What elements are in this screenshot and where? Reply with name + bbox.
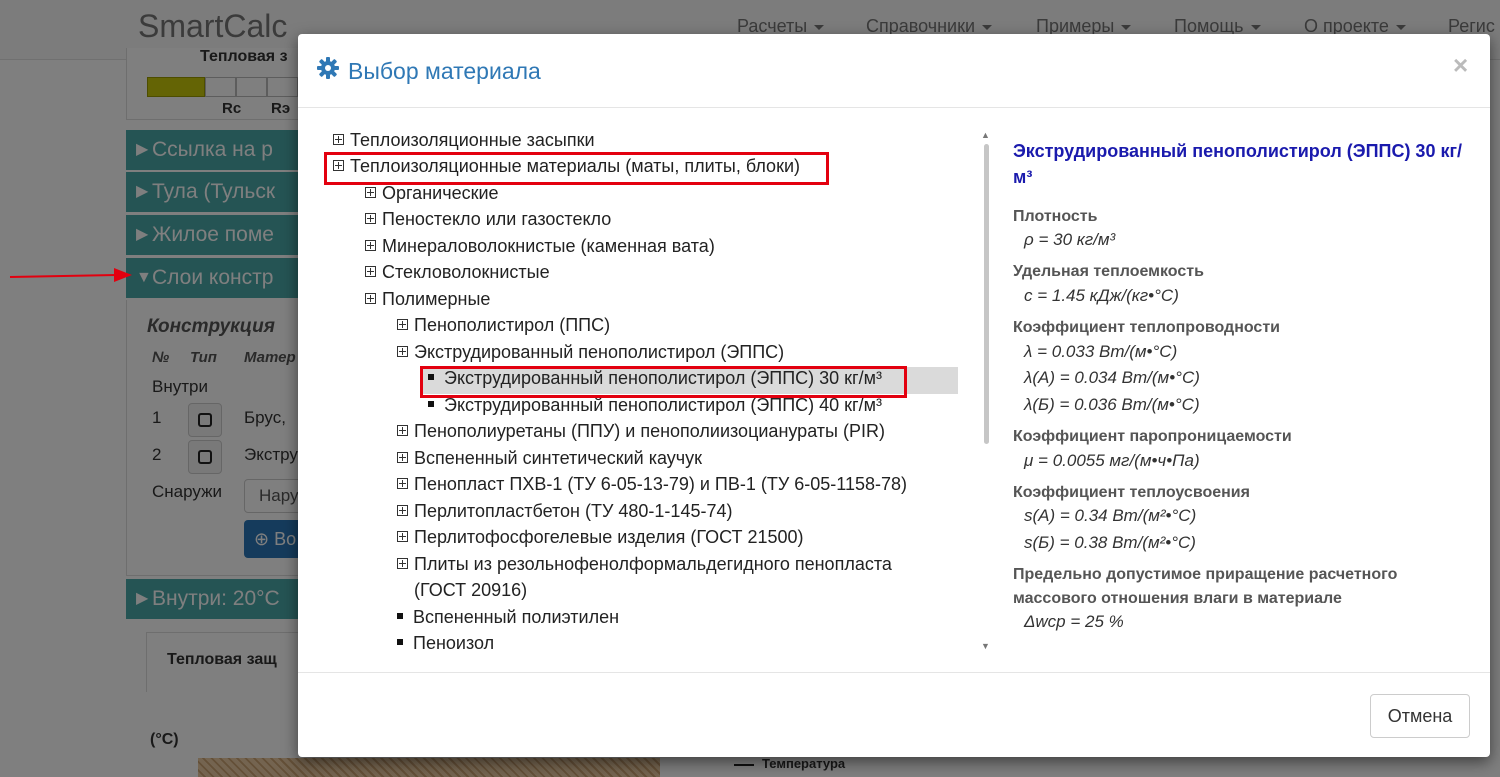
prop-value: s(Б) = 0.38 Вт/(м²•°С) (1024, 533, 1196, 552)
bullet-icon (428, 401, 434, 408)
modal-header: Выбор материала × (298, 34, 1490, 108)
prop-label: Коэффициент теплоусвоения (1013, 484, 1250, 501)
red-arrow-icon (9, 268, 132, 282)
tree-node[interactable]: Полимерные (365, 286, 490, 312)
tree-node[interactable]: Пенополистирол (ППС) (397, 312, 610, 338)
expand-icon (365, 212, 376, 224)
prop-label: Предельно допустимое приращение расчетно… (1013, 566, 1398, 583)
scroll-up-icon[interactable]: ▲ (981, 130, 990, 140)
bullet-icon (397, 613, 403, 620)
prop-label: Плотность (1013, 208, 1098, 225)
tree-node[interactable]: Пеноизол (397, 630, 494, 656)
modal-footer: Отмена (298, 672, 1490, 757)
modal-title: Выбор материала (348, 58, 541, 84)
tree-node[interactable]: Плиты из резольнофенолформальдегидного п… (397, 551, 892, 577)
tree-node[interactable]: Перлитопластбетон (ТУ 480-1-145-74) (397, 498, 732, 524)
expand-icon (397, 557, 408, 569)
tree-node[interactable]: Пенополиуретаны (ППУ) и пенополиизоциану… (397, 418, 885, 444)
prop-value: s(А) = 0.34 Вт/(м²•°С) (1024, 506, 1197, 525)
material-title: Экструдированный пенополистирол (ЭППС) 3… (1013, 141, 1462, 187)
cancel-button[interactable]: Отмена (1370, 694, 1470, 738)
scrollbar-thumb[interactable] (984, 144, 989, 444)
bullet-icon (397, 639, 403, 646)
prop-label: Удельная теплоемкость (1013, 263, 1204, 280)
expand-icon (397, 504, 408, 516)
tree-node[interactable]: Стекловолокнистые (365, 259, 550, 285)
annotation-box (324, 152, 829, 185)
expand-icon (397, 451, 408, 463)
expand-icon (397, 424, 408, 436)
expand-icon (397, 477, 408, 489)
prop-value: ρ = 30 кг/м³ (1024, 230, 1116, 249)
annotation-box (420, 366, 907, 398)
gear-icon (317, 57, 339, 79)
expand-icon (365, 265, 376, 277)
expand-icon (365, 239, 376, 251)
tree-node-continuation[interactable]: (ГОСТ 20916) (414, 577, 527, 603)
expand-icon (397, 530, 408, 542)
expand-icon (365, 292, 376, 304)
prop-value: Δwср = 25 % (1024, 612, 1124, 631)
tree-node[interactable]: Минераловолокнистые (каменная вата) (365, 233, 715, 259)
expand-icon (397, 318, 408, 330)
tree-node[interactable]: Пеностекло или газостекло (365, 206, 611, 232)
prop-label: Коэффициент паропроницаемости (1013, 428, 1292, 445)
tree-node[interactable]: Вспененный полиэтилен (397, 604, 619, 630)
prop-value: λ = 0.033 Вт/(м•°С) (1024, 342, 1178, 361)
prop-value: c = 1.45 кДж/(кг•°С) (1024, 286, 1179, 305)
scroll-down-icon[interactable]: ▼ (981, 641, 990, 651)
prop-value: λ(А) = 0.034 Вт/(м•°С) (1024, 368, 1200, 387)
material-picker-modal: Выбор материала × Теплоизоляционные засы… (298, 34, 1490, 757)
tree-node[interactable]: Перлитофосфогелевые изделия (ГОСТ 21500) (397, 524, 804, 550)
tree-node[interactable]: Теплоизоляционные засыпки (333, 128, 595, 153)
prop-value: μ = 0.0055 мг/(м•ч•Па) (1024, 451, 1200, 470)
expand-icon (365, 186, 376, 198)
tree-node[interactable]: Пенопласт ПХВ-1 (ТУ 6-05-13-79) и ПВ-1 (… (397, 471, 907, 497)
tree-node[interactable]: Вспененный синтетический каучук (397, 445, 702, 471)
prop-label: Коэффициент теплопроводности (1013, 319, 1280, 336)
expand-icon (397, 345, 408, 357)
prop-label: массового отношения влаги в материале (1013, 590, 1342, 607)
close-button[interactable]: × (1453, 50, 1468, 81)
expand-icon (333, 133, 344, 145)
tree-node[interactable]: Экструдированный пенополистирол (ЭППС) (397, 339, 784, 365)
prop-value: λ(Б) = 0.036 Вт/(м•°С) (1024, 395, 1200, 414)
